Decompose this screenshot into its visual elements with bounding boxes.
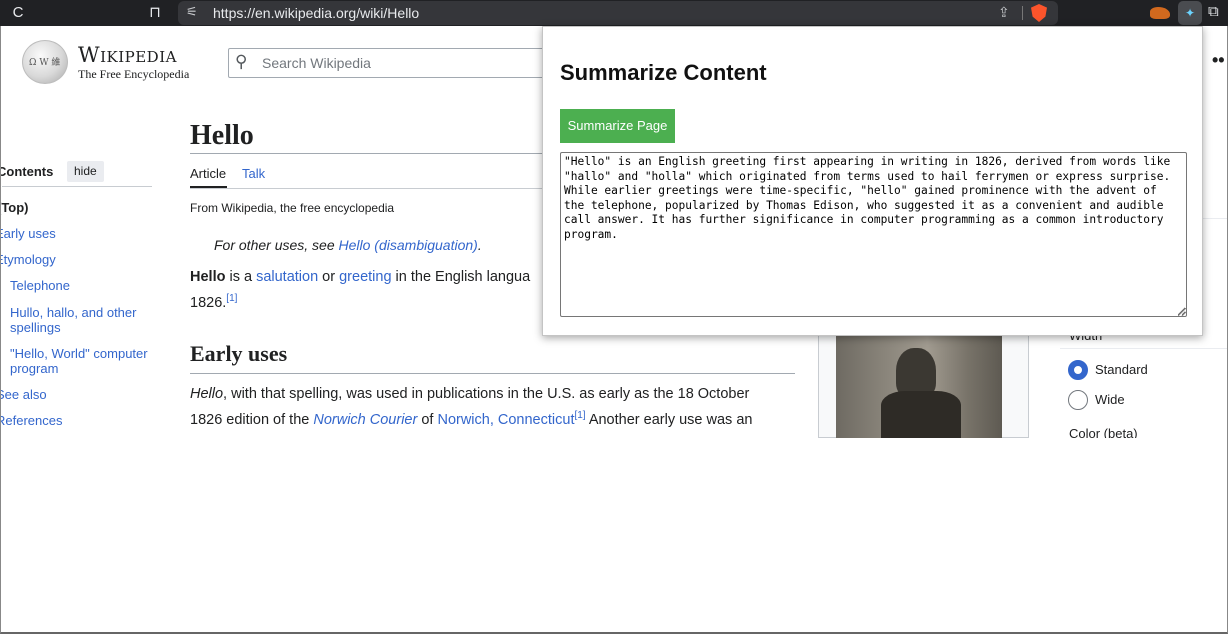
toc-item-references[interactable]: References (0, 413, 62, 428)
section-divider (190, 373, 795, 374)
p2-text-of: of (417, 411, 438, 428)
toc-item-spellings[interactable]: Hullo, hallo, and other spellings (10, 305, 155, 335)
toc-item-etymology[interactable]: Etymology (0, 252, 56, 267)
toc-item-hello-world[interactable]: "Hello, World" computer program (10, 346, 155, 376)
tab-talk[interactable]: Talk (242, 166, 265, 181)
brave-shield-icon[interactable] (1031, 4, 1047, 22)
lead-year: 1826. (190, 294, 227, 311)
browser-toolbar: C ⊓ ⚟ https://en.wikipedia.org/wiki/Hell… (0, 0, 1228, 26)
tab-article[interactable]: Article (190, 166, 226, 181)
summarizer-extension-icon[interactable]: ✦ (1178, 1, 1202, 25)
search-input[interactable] (262, 55, 542, 71)
salutation-link[interactable]: salutation (256, 269, 318, 285)
reload-icon[interactable]: C (8, 3, 28, 23)
resize-grip-icon[interactable] (1178, 308, 1186, 316)
toc-item-early-uses[interactable]: Early uses (0, 226, 56, 241)
wikipedia-globe-icon[interactable] (22, 40, 68, 84)
p2-text-b: 1826 edition of the (190, 411, 314, 428)
search-box[interactable]: ⚲ (228, 48, 558, 78)
blank-content-area (0, 438, 1228, 634)
appearance-divider-2 (1060, 348, 1228, 349)
search-icon: ⚲ (235, 52, 248, 71)
page-title: Hello (190, 120, 254, 151)
width-wide-label[interactable]: Wide (1095, 392, 1125, 407)
toc-item-see-also[interactable]: See also (0, 387, 47, 402)
hatnote-text: For other uses, see (214, 237, 339, 253)
p2-text-c: Another early use was an (585, 411, 753, 428)
width-standard-radio[interactable] (1068, 360, 1088, 380)
url-text[interactable]: https://en.wikipedia.org/wiki/Hello (213, 5, 419, 21)
wikipedia-tagline: The Free Encyclopedia (78, 67, 190, 81)
extension-icon[interactable] (1150, 7, 1170, 19)
norwich-courier-link[interactable]: Norwich Courier (313, 412, 417, 428)
popup-title: Summarize Content (560, 60, 767, 85)
toc-hide-button[interactable]: hide (67, 161, 104, 182)
summary-textarea[interactable]: "Hello" is an English greeting first app… (560, 152, 1187, 317)
hatnote: For other uses, see Hello (disambiguatio… (214, 237, 482, 253)
width-standard-label[interactable]: Standard (1095, 362, 1148, 377)
hatnote-period: . (477, 237, 482, 253)
toc-title: Contents (0, 164, 54, 179)
bookmark-icon[interactable]: ⊓ (145, 3, 165, 23)
divider (1022, 6, 1023, 20)
lead-text-2: or (318, 269, 340, 285)
share-icon[interactable]: ⇪ (998, 4, 1010, 21)
more-options-icon[interactable]: •• (1212, 50, 1225, 71)
norwich-connecticut-link[interactable]: Norwich, Connecticut (437, 412, 574, 428)
site-settings-icon[interactable]: ⚟ (186, 4, 198, 20)
wikipedia-wordmark[interactable]: Wikipedia (78, 43, 177, 67)
reference-1-link[interactable]: [1] (226, 293, 237, 304)
telephone-photo[interactable] (836, 336, 1002, 439)
lead-text-3: in the English langua (391, 269, 531, 285)
disambiguation-link[interactable]: Hello (disambiguation) (339, 237, 478, 253)
toc-item-top[interactable]: (Top) (0, 200, 29, 215)
lead-text-1: is a (225, 269, 257, 285)
toc-divider (2, 186, 152, 187)
from-wikipedia-note: From Wikipedia, the free encyclopedia (190, 201, 395, 215)
early-uses-paragraph: Hello, with that spelling, was used in p… (190, 383, 790, 431)
summarize-extension-popup: Summarize Content Summarize Page "Hello"… (542, 26, 1203, 336)
greeting-link[interactable]: greeting (339, 269, 391, 285)
infobox-image-frame (818, 333, 1029, 439)
lead-bold: Hello (190, 269, 226, 285)
toc-item-telephone[interactable]: Telephone (10, 278, 155, 293)
section-early-uses-heading: Early uses (190, 341, 288, 366)
hello-italic: Hello (190, 386, 224, 402)
puzzle-icon[interactable]: ⧉ (1208, 3, 1219, 20)
reference-1b-link[interactable]: [1] (574, 410, 585, 421)
p2-text-a: , with that spelling, was used in public… (223, 386, 750, 402)
width-wide-radio[interactable] (1068, 390, 1088, 410)
summarize-page-button[interactable]: Summarize Page (560, 109, 675, 143)
address-bar[interactable]: ⚟ https://en.wikipedia.org/wiki/Hello ⇪ (178, 1, 1058, 25)
